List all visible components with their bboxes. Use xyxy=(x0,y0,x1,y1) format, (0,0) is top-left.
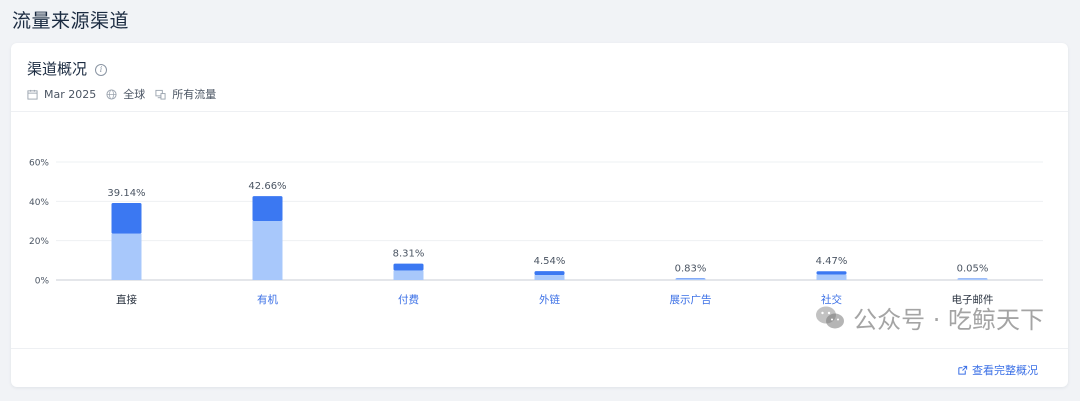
bar-segment-dark xyxy=(252,196,283,221)
channel-bar-chart: 0% 20% 40% 60% 39.14% 直接 42.66% 有机 8.31% 付费 4.54% 外… xyxy=(29,159,1043,306)
bar-segment-light xyxy=(111,233,142,280)
footer-divider xyxy=(11,348,1068,349)
bar-segment-light xyxy=(252,221,283,280)
bar-segment-dark xyxy=(111,203,142,234)
view-full-overview-link[interactable]: 查看完整概况 xyxy=(957,362,1038,378)
wechat-logo-icon xyxy=(816,306,845,328)
bar-segment-dark xyxy=(393,263,424,271)
bar-value-label: 0.05% xyxy=(957,264,989,275)
category-label[interactable]: 展示广告 xyxy=(670,293,712,306)
category-label[interactable]: 有机 xyxy=(257,293,278,306)
bar-segment-dark xyxy=(816,271,847,275)
category-label[interactable]: 外链 xyxy=(539,293,560,306)
category-label: 直接 xyxy=(116,293,137,306)
bar-segment-light xyxy=(957,279,988,280)
bar-segment-light xyxy=(393,270,424,280)
bar-segment-light xyxy=(816,274,847,280)
bar-value-label: 4.54% xyxy=(534,256,566,267)
y-tick-label: 40% xyxy=(29,198,49,208)
y-tick-label: 0% xyxy=(35,277,50,287)
page-title: 流量来源渠道 xyxy=(12,10,130,32)
y-tick-label: 60% xyxy=(29,159,49,169)
bar-segment-light xyxy=(534,275,565,280)
channel-overview-card: 渠道概况 i Mar 2025 全球 所有流量 0% 20% 40% 60% 3… xyxy=(11,43,1068,387)
bar-segment-dark xyxy=(534,271,565,276)
category-label[interactable]: 付费 xyxy=(398,293,419,306)
bar-value-label: 0.83% xyxy=(675,263,707,274)
y-tick-label: 20% xyxy=(29,237,49,247)
bar-value-label: 4.47% xyxy=(816,256,848,267)
bar-segment-dark xyxy=(675,278,706,279)
bar-segment-dark xyxy=(957,278,988,279)
watermark: 公众号 · 吃鲸天下 xyxy=(815,300,1044,335)
bar-value-label: 39.14% xyxy=(107,188,145,199)
external-link-icon xyxy=(958,365,968,375)
view-full-overview-label: 查看完整概况 xyxy=(972,364,1038,377)
watermark-text: 公众号 · 吃鲸天下 xyxy=(853,306,1044,334)
bar-value-label: 42.66% xyxy=(248,181,286,192)
bar-segment-light xyxy=(675,279,706,280)
bar-value-label: 8.31% xyxy=(393,249,425,260)
